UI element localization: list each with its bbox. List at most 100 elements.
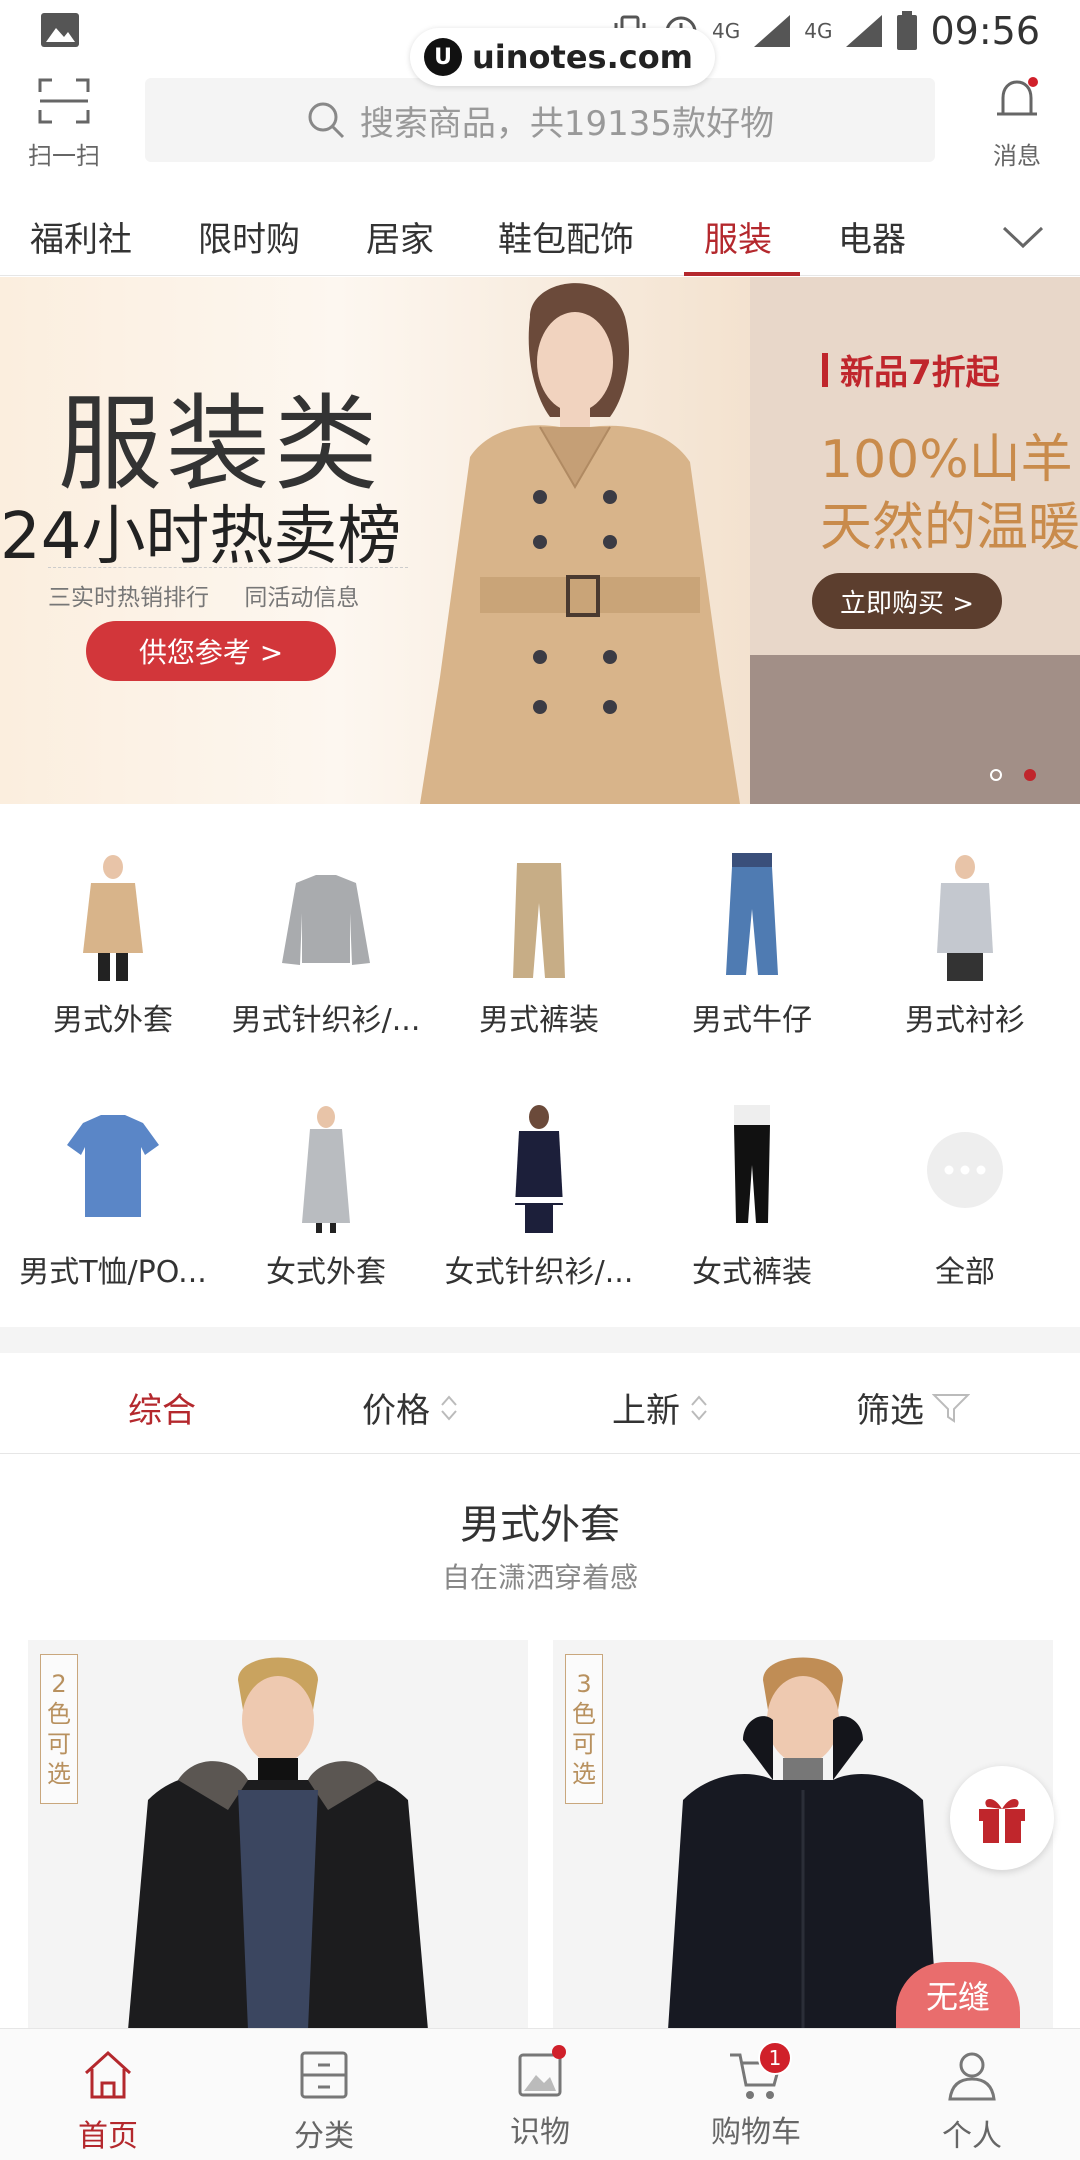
tab-xiebaopeishi[interactable]: 鞋包配饰	[498, 212, 634, 276]
womens-coat-image	[302, 1106, 350, 1233]
sort-comprehensive[interactable]: 综合	[128, 1383, 196, 1432]
womens-knit-image	[515, 1105, 563, 1233]
scan-button[interactable]: 扫一扫	[24, 76, 104, 171]
tab-fulishe[interactable]: 福利社	[30, 212, 132, 276]
mens-tshirt-image	[67, 1115, 159, 1217]
sort-comprehensive-label: 综合	[128, 1391, 196, 1431]
promo-banner[interactable]: 服装类 24小时热卖榜 三实时热销排行 同活动信息 供您参考 > 新品7折起 1…	[0, 277, 1080, 804]
user-icon	[948, 2052, 996, 2101]
nav-category[interactable]: 分类	[254, 2047, 394, 2155]
nav-home[interactable]: 首页	[38, 2047, 178, 2155]
category-label: 男式T恤/PO...	[19, 1255, 207, 1290]
carousel-dots	[990, 769, 1036, 781]
search-icon	[308, 102, 344, 139]
category-tabs: 福利社 限时购 居家 鞋包配饰 服装 电器	[0, 200, 1080, 276]
watermark: U uinotes.com	[410, 28, 716, 86]
uinotes-logo-icon: U	[424, 38, 462, 76]
category-label: 男式衬衫	[905, 1003, 1025, 1038]
signal-icon	[846, 15, 883, 47]
bell-icon	[997, 77, 1038, 116]
gallery-icon	[41, 13, 79, 47]
category-label: 男式针织衫/...	[231, 1003, 421, 1038]
banner-button[interactable]: 供您参考 >	[86, 621, 336, 681]
seamless-badge: 无缝	[896, 1962, 1020, 2032]
home-icon	[84, 2050, 132, 2099]
nav-discover-label: 识物	[510, 2115, 570, 2150]
nav-profile-label: 个人	[942, 2119, 1002, 2154]
nav-cart[interactable]: 1 购物车	[686, 2041, 826, 2151]
color-options-tag: 3色可选	[565, 1654, 603, 1804]
sort-arrows-icon	[691, 1394, 707, 1421]
mens-down-jacket-image	[128, 1657, 428, 2030]
side-bottom-panel	[750, 655, 1080, 804]
sort-filter[interactable]: 筛选	[856, 1383, 970, 1432]
network-label-2: 4G	[804, 19, 833, 43]
active-tab-indicator	[684, 272, 800, 276]
category-label: 女式裤装	[692, 1255, 812, 1290]
carousel-dot-active[interactable]	[1024, 769, 1036, 781]
mens-pants-image	[513, 863, 565, 978]
category-label: 男式外套	[53, 1003, 173, 1038]
category-womens-coat[interactable]: 女式外套	[226, 1105, 426, 1291]
nav-cart-label: 购物车	[711, 2115, 801, 2150]
section-title: 男式外套	[460, 1502, 620, 1548]
category-label: 全部	[935, 1255, 995, 1290]
carousel-dot[interactable]	[990, 769, 1002, 781]
notification-dot	[552, 2045, 566, 2059]
sort-price-label: 价格	[362, 1391, 430, 1431]
color-options-tag: 2色可选	[40, 1654, 78, 1804]
mens-jeans-image	[726, 853, 778, 975]
discover-icon	[510, 2045, 570, 2103]
gift-icon	[979, 1798, 1025, 1843]
banner-side: 新品7折起 100%山羊 天然的温暖 立即购买 >	[750, 277, 1080, 804]
cart-icon: 1	[726, 2041, 792, 2103]
category-womens-knitwear[interactable]: 女式针织衫/...	[439, 1105, 639, 1291]
message-label: 消息	[993, 142, 1041, 170]
category-mens-knitwear[interactable]: 男式针织衫/...	[226, 853, 426, 1039]
scan-label: 扫一扫	[28, 142, 100, 170]
category-all[interactable]: 全部	[865, 1105, 1065, 1291]
nav-profile[interactable]: 个人	[902, 2047, 1042, 2155]
category-icon	[300, 2051, 348, 2099]
message-button[interactable]: 消息	[982, 76, 1052, 171]
category-mens-coat[interactable]: 男式外套	[13, 853, 213, 1039]
category-mens-tshirt[interactable]: 男式T恤/PO...	[13, 1105, 213, 1291]
section-subtitle: 自在潇洒穿着感	[441, 1561, 638, 1594]
banner-subtitle: 24小时热卖榜	[0, 500, 402, 574]
side-tag: 新品7折起	[822, 345, 1000, 394]
search-input[interactable]: 搜索商品，共19135款好物	[145, 78, 935, 162]
tab-fuzhuang[interactable]: 服装	[704, 212, 772, 276]
banner-tags: 三实时热销排行 同活动信息	[48, 567, 408, 612]
side-tag-text: 新品7折起	[840, 353, 1000, 393]
product-card[interactable]: 2色可选	[28, 1640, 528, 2030]
tab-xianshigou[interactable]: 限时购	[198, 212, 300, 276]
category-label: 男式裤装	[479, 1003, 599, 1038]
chevron-down-icon[interactable]	[1002, 226, 1044, 250]
category-mens-shirt[interactable]: 男式衬衫	[865, 853, 1065, 1039]
sort-price[interactable]: 价格	[362, 1383, 460, 1432]
gift-button[interactable]	[950, 1766, 1054, 1870]
tab-dianqi[interactable]: 电器	[838, 212, 906, 276]
mens-shirt-image	[937, 855, 993, 981]
bottom-nav: 首页 分类 识物 1 购物车 个人	[0, 2028, 1080, 2160]
battery-icon	[897, 11, 918, 50]
more-dots-icon	[927, 1132, 1003, 1208]
category-mens-pants[interactable]: 男式裤装	[439, 853, 639, 1039]
trench-coat-model-image	[420, 283, 740, 804]
sort-new-label: 上新	[612, 1391, 680, 1431]
category-grid: 男式外套 男式针织衫/... 男式裤装 男式牛仔 男式衬衫 男式T恤/PO...…	[0, 805, 1080, 1327]
category-womens-pants[interactable]: 女式裤装	[652, 1105, 852, 1291]
filter-funnel-icon	[932, 1393, 970, 1423]
mens-coat-image	[83, 855, 143, 981]
category-mens-denim[interactable]: 男式牛仔	[652, 853, 852, 1039]
section-divider	[0, 1327, 1080, 1353]
nav-home-label: 首页	[78, 2119, 138, 2154]
scan-icon	[38, 78, 90, 124]
nav-discover[interactable]: 识物	[470, 2045, 610, 2151]
sort-new[interactable]: 上新	[612, 1383, 710, 1432]
nav-category-label: 分类	[294, 2119, 354, 2154]
buy-now-button[interactable]: 立即购买 >	[812, 573, 1002, 629]
status-time: 09:56	[930, 9, 1040, 53]
network-label-1: 4G	[712, 19, 741, 43]
tab-jujia[interactable]: 居家	[366, 212, 434, 276]
